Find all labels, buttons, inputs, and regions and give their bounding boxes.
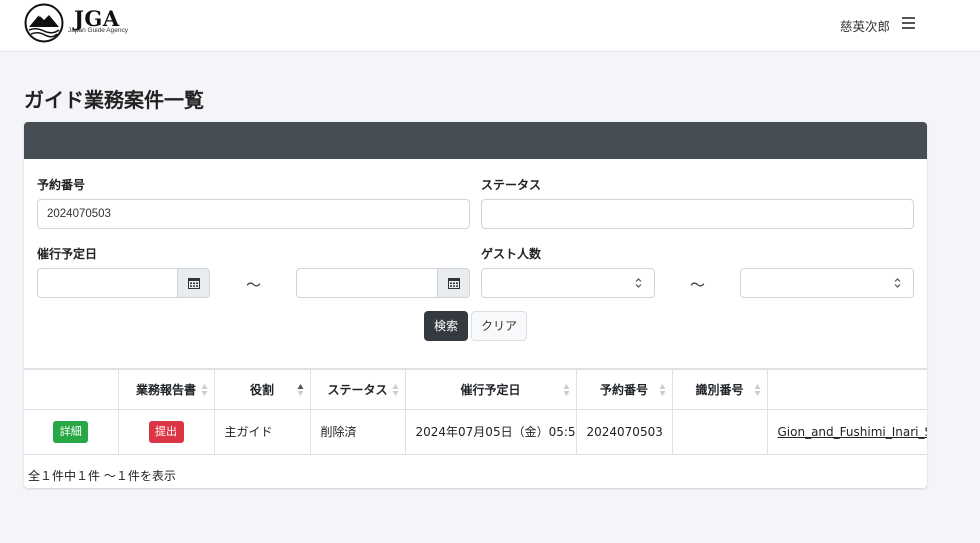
clear-button[interactable]: クリア [471,311,527,341]
sort-icon[interactable] [754,383,761,397]
sort-icon[interactable] [392,383,399,397]
column-header-label: ステータス [327,382,388,397]
column-header-reservation[interactable]: 予約番号 [575,368,673,410]
table-header-row: 業務報告書 役割 ステータス 催行予定日 予約番号 識別番号 [24,368,927,410]
reservation-number-input[interactable]: 2024070503 [37,199,470,229]
guest-range-separator: 〜 [690,276,706,294]
status-label: ステータス [481,178,542,192]
status-input[interactable] [481,199,914,229]
column-header-label: 催行予定日 [460,382,521,397]
calendar-icon [188,278,200,289]
reservation-number-label: 予約番号 [37,178,86,192]
column-header-label: 予約番号 [599,382,648,397]
date-from-calendar-button[interactable] [177,269,209,297]
pagination-info: 全１件中１件 〜１件を表示 [28,469,176,483]
navbar: JGA Japan Guide Agency 慈英次郎 [0,0,980,52]
date-from-input[interactable] [37,268,210,298]
column-header-report[interactable]: 業務報告書 [117,368,215,410]
column-header-tour [766,368,927,410]
column-header-date[interactable]: 催行予定日 [404,368,577,410]
hamburger-menu-icon[interactable] [902,17,915,29]
sort-icon[interactable] [563,383,570,397]
table-row: 詳細 提出 主ガイド 削除済 2024年07月05日（金）05:59 20240… [24,408,928,455]
column-header-status[interactable]: ステータス [309,368,406,410]
report-cell: 提出 [117,408,215,455]
date-to-input[interactable] [296,268,470,298]
card-header [24,122,927,159]
jga-logo-icon[interactable] [24,3,64,43]
guests-to-input[interactable] [740,268,914,298]
stepper-icon[interactable] [894,277,901,289]
detail-button[interactable]: 詳細 [53,420,89,443]
status-cell: 削除済 [309,408,406,455]
page-title: ガイド業務案件一覧 [24,88,204,112]
date-range-separator: 〜 [246,276,262,294]
sort-icon[interactable] [201,383,208,397]
date-to-calendar-button[interactable] [437,269,469,297]
results-table: 業務報告書 役割 ステータス 催行予定日 予約番号 識別番号 詳細 提出 主ガイ… [24,368,927,455]
sort-ascending-icon[interactable] [297,383,304,397]
actions-cell: 詳細 [24,408,119,455]
column-header-label: 役割 [249,382,274,397]
column-header-actions [24,368,119,410]
user-name[interactable]: 慈英次郎 [840,16,890,35]
tour-date-label: 催行予定日 [37,247,98,261]
column-header-role[interactable]: 役割 [213,368,311,410]
brand-subtitle: Japan Guide Agency [68,27,128,34]
reservation-cell: 2024070503 [575,408,673,455]
tour-name-link[interactable]: Gion_and_Fushimi_Inari_Sh [778,425,928,439]
column-header-label: 識別番号 [695,382,744,397]
stepper-icon[interactable] [635,277,642,289]
identifier-cell [671,408,768,455]
submit-report-button[interactable]: 提出 [148,420,184,443]
guest-count-label: ゲスト人数 [481,247,542,261]
role-cell: 主ガイド [213,408,311,455]
search-card: 予約番号 2024070503 ステータス 催行予定日 〜 ゲスト人数 〜 検索… [24,122,927,488]
column-header-label: 業務報告書 [135,382,196,397]
sort-icon[interactable] [659,383,666,397]
guests-from-input[interactable] [481,268,655,298]
column-header-identifier[interactable]: 識別番号 [671,368,768,410]
search-button[interactable]: 検索 [424,311,468,341]
date-cell: 2024年07月05日（金）05:59 [404,408,577,455]
calendar-icon [448,278,460,289]
tour-name-cell: Gion_and_Fushimi_Inari_Sh [766,408,928,455]
